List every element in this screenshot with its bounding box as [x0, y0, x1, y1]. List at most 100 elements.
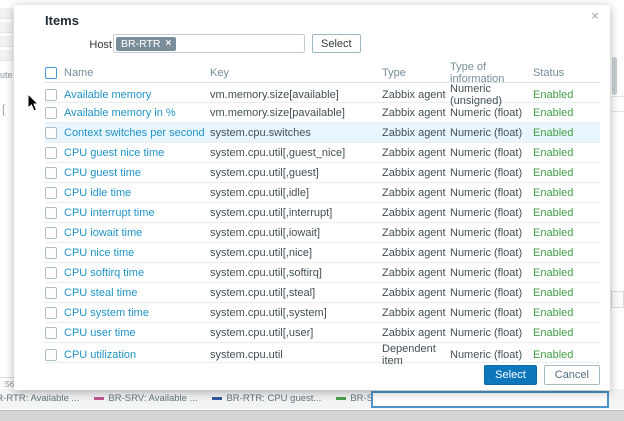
- item-info-type: Numeric (float): [450, 327, 533, 339]
- row-checkbox[interactable]: [45, 147, 57, 159]
- items-modal: Items × Host BR-RTR × Select Name Key Ty…: [14, 5, 610, 390]
- row-checkbox[interactable]: [45, 349, 57, 361]
- background-fragment: [0, 36, 13, 47]
- item-name-link[interactable]: CPU softirq time: [62, 267, 210, 279]
- item-name-link[interactable]: CPU idle time: [62, 187, 210, 199]
- item-type: Zabbix agent: [382, 287, 450, 299]
- background-divider: [0, 377, 14, 378]
- table-row: Context switches per second system.cpu.s…: [45, 123, 600, 143]
- row-checkbox[interactable]: [45, 127, 57, 139]
- chip-remove-icon[interactable]: ×: [165, 38, 171, 50]
- item-name-link[interactable]: CPU iowait time: [62, 227, 210, 239]
- table-header-row: Name Key Type Type of information Status: [45, 61, 600, 83]
- item-type: Zabbix agent: [382, 247, 450, 259]
- row-checkbox[interactable]: [45, 89, 57, 101]
- host-multiselect[interactable]: BR-RTR ×: [113, 34, 305, 53]
- item-name-link[interactable]: CPU user time: [62, 327, 210, 339]
- item-key: system.cpu.util[,interrupt]: [210, 207, 382, 219]
- item-info-type: Numeric (unsigned): [450, 83, 533, 107]
- item-info-type: Numeric (float): [450, 247, 533, 259]
- table-row: CPU guest nice time system.cpu.util[,gue…: [45, 143, 600, 163]
- item-info-type: Numeric (float): [450, 127, 533, 139]
- item-type: Zabbix agent: [382, 147, 450, 159]
- row-checkbox[interactable]: [45, 107, 57, 119]
- column-header-name: Name: [62, 67, 210, 79]
- row-checkbox[interactable]: [45, 247, 57, 259]
- column-header-status: Status: [533, 67, 600, 79]
- item-info-type: Numeric (float): [450, 207, 533, 219]
- item-type: Zabbix agent: [382, 307, 450, 319]
- item-info-type: Numeric (float): [450, 307, 533, 319]
- legend-color-dash: [94, 397, 104, 400]
- item-status: Enabled: [533, 167, 600, 179]
- item-name-link[interactable]: CPU steal time: [62, 287, 210, 299]
- host-select-button[interactable]: Select: [312, 34, 361, 53]
- column-header-key: Key: [210, 67, 382, 79]
- table-row: CPU nice time system.cpu.util[,nice] Zab…: [45, 243, 600, 263]
- mouse-cursor: [27, 93, 40, 117]
- legend-item: BR-RTR: CPU guest...: [212, 393, 321, 404]
- row-checkbox[interactable]: [45, 287, 57, 299]
- table-row: CPU system time system.cpu.util[,system]…: [45, 303, 600, 323]
- item-key: system.cpu.util[,guest]: [210, 167, 382, 179]
- background-divider: [611, 111, 624, 112]
- item-name-link[interactable]: Available memory in %: [62, 107, 210, 119]
- cancel-button[interactable]: Cancel: [544, 365, 600, 385]
- item-name-link[interactable]: CPU nice time: [62, 247, 210, 259]
- item-name-link[interactable]: Available memory: [62, 89, 210, 101]
- host-chip-label: BR-RTR: [121, 38, 160, 50]
- dialog-footer: Select Cancel: [484, 365, 600, 385]
- select-button[interactable]: Select: [484, 365, 537, 385]
- legend-label: BR-SRV: Available ...: [108, 393, 197, 404]
- close-button[interactable]: ×: [587, 8, 603, 24]
- row-checkbox[interactable]: [45, 307, 57, 319]
- row-checkbox[interactable]: [45, 327, 57, 339]
- background-text-fragment: ute: [0, 70, 13, 80]
- background-fragment: [611, 291, 624, 308]
- item-type: Zabbix agent: [382, 327, 450, 339]
- row-checkbox[interactable]: [45, 207, 57, 219]
- item-name-link[interactable]: CPU interrupt time: [62, 207, 210, 219]
- table-row: CPU iowait time system.cpu.util[,iowait]…: [45, 223, 600, 243]
- item-key: system.cpu.util[,guest_nice]: [210, 147, 382, 159]
- item-name-link[interactable]: CPU system time: [62, 307, 210, 319]
- row-checkbox[interactable]: [45, 267, 57, 279]
- screen: ute [ :56 BR-RTR: Available ... BR-SRV: …: [0, 0, 624, 421]
- item-status: Enabled: [533, 147, 600, 159]
- item-name-link[interactable]: CPU guest time: [62, 167, 210, 179]
- item-name-link[interactable]: CPU guest nice time: [62, 147, 210, 159]
- table-row: Available memory vm.memory.size[availabl…: [45, 83, 600, 103]
- item-status: Enabled: [533, 89, 600, 101]
- row-checkbox[interactable]: [45, 167, 57, 179]
- column-header-type: Type: [382, 67, 450, 79]
- legend-color-dash: [336, 397, 346, 400]
- item-type: Zabbix agent: [382, 267, 450, 279]
- row-checkbox[interactable]: [45, 187, 57, 199]
- table-row: CPU idle time system.cpu.util[,idle] Zab…: [45, 183, 600, 203]
- item-info-type: Numeric (float): [450, 227, 533, 239]
- background-fragment: [0, 50, 13, 61]
- item-key: vm.memory.size[available]: [210, 89, 382, 101]
- item-name-link[interactable]: Context switches per second: [62, 127, 210, 139]
- item-info-type: Numeric (float): [450, 349, 533, 361]
- background-divider: [611, 96, 624, 97]
- item-status: Enabled: [533, 267, 600, 279]
- row-checkbox[interactable]: [45, 227, 57, 239]
- item-status: Enabled: [533, 107, 600, 119]
- item-info-type: Numeric (float): [450, 287, 533, 299]
- legend-label: BR-RTR: CPU guest...: [226, 393, 321, 404]
- item-info-type: Numeric (float): [450, 187, 533, 199]
- item-info-type: Numeric (float): [450, 167, 533, 179]
- dialog-title: Items: [45, 13, 79, 28]
- item-status: Enabled: [533, 327, 600, 339]
- item-status: Enabled: [533, 207, 600, 219]
- item-status: Enabled: [533, 187, 600, 199]
- background-fragment: [0, 8, 13, 19]
- item-key: system.cpu.util[,softirq]: [210, 267, 382, 279]
- table-row: CPU user time system.cpu.util[,user] Zab…: [45, 323, 600, 343]
- item-name-link[interactable]: CPU utilization: [62, 349, 210, 361]
- item-key: system.cpu.util[,steal]: [210, 287, 382, 299]
- table-row: CPU interrupt time system.cpu.util[,inte…: [45, 203, 600, 223]
- legend-color-dash: [212, 397, 222, 400]
- select-all-checkbox[interactable]: [45, 67, 57, 79]
